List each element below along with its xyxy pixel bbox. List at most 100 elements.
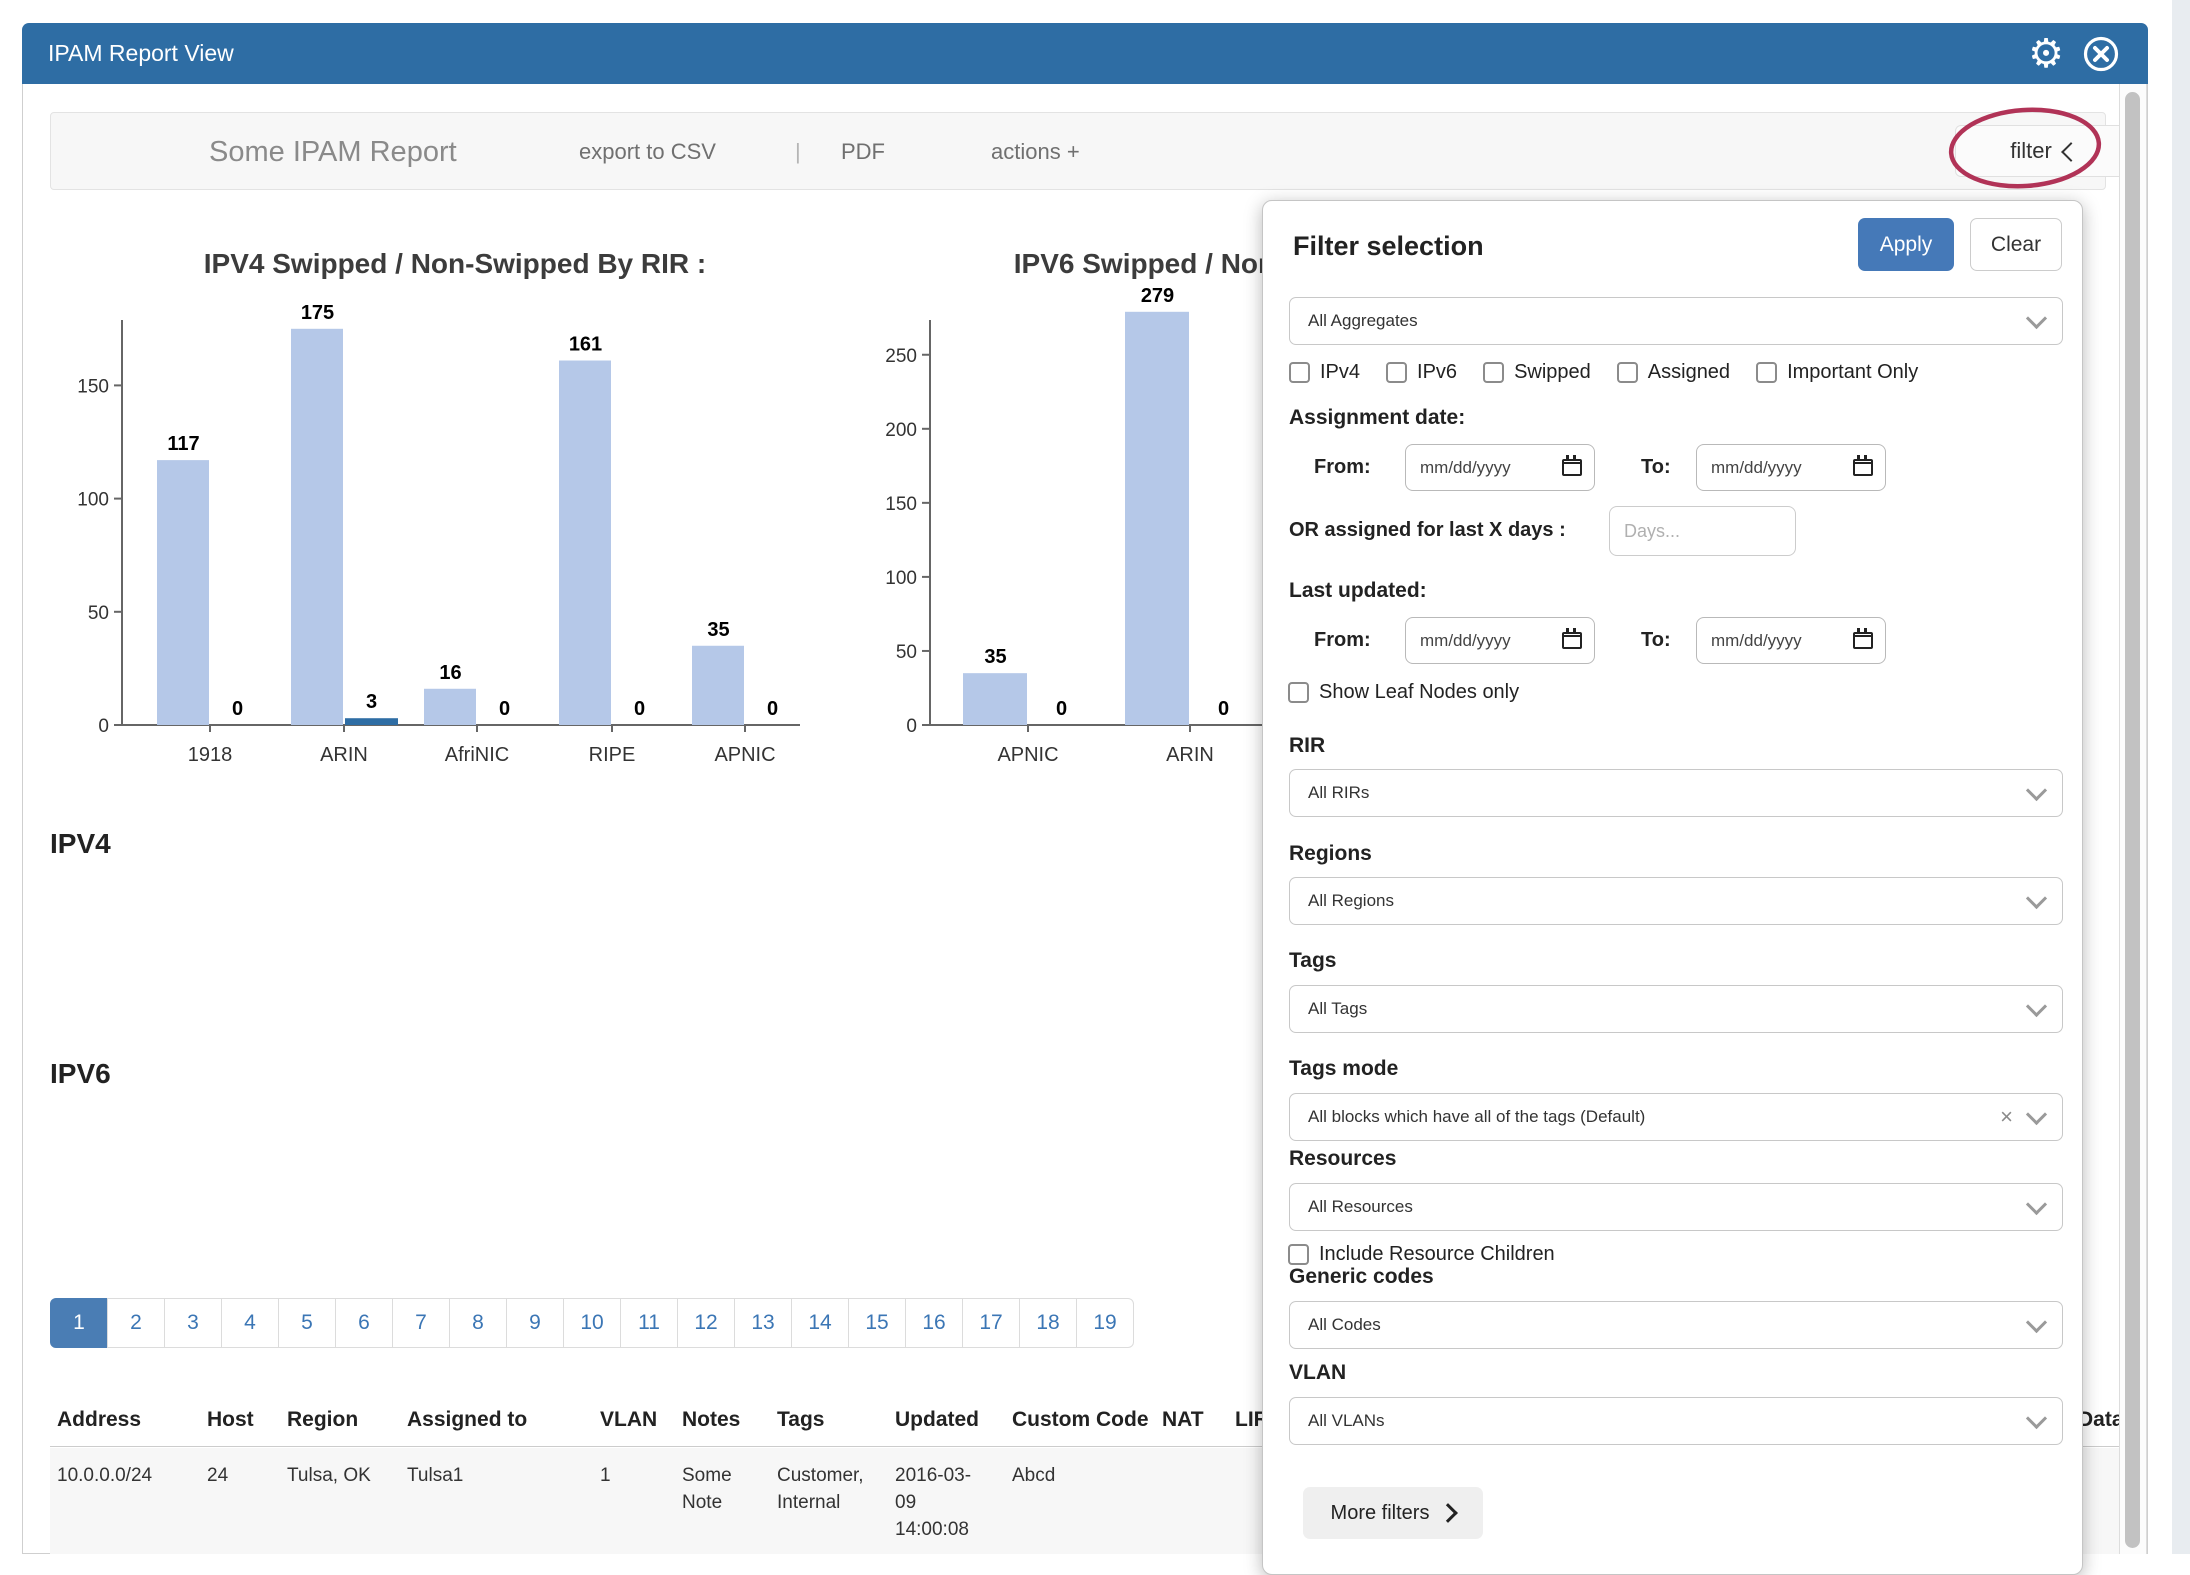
page-button[interactable]: 10 [563, 1298, 621, 1348]
settings-gear-icon[interactable]: ⚙ [2028, 34, 2064, 74]
modal-titlebar: IPAM Report View ⚙ [22, 23, 2148, 84]
tags-select[interactable]: All Tags [1289, 985, 2063, 1033]
page-button[interactable]: 19 [1076, 1298, 1134, 1348]
calendar-icon[interactable] [1853, 459, 1873, 476]
days-placeholder: Days... [1624, 521, 1680, 542]
records-cell: 1 [600, 1462, 666, 1489]
include-resource-children-checkbox[interactable] [1288, 1244, 1309, 1265]
records-column-header: NAT [1162, 1408, 1226, 1432]
svg-text:100: 100 [885, 568, 917, 589]
vlan-label: VLAN [1289, 1361, 1346, 1385]
chevron-down-icon [2026, 1193, 2047, 1214]
modal-scrollbar[interactable] [2119, 84, 2147, 1554]
assignment-to-date-input[interactable]: mm/dd/yyyy [1696, 444, 1886, 491]
export-csv-link[interactable]: export to CSV [579, 113, 716, 191]
page-button[interactable]: 3 [164, 1298, 222, 1348]
filter-toggle-button[interactable]: filter [1955, 125, 2133, 177]
checkbox-label: IPv6 [1417, 361, 1457, 384]
svg-text:200: 200 [885, 420, 917, 441]
page-button[interactable]: 8 [449, 1298, 507, 1348]
page-button[interactable]: 18 [1019, 1298, 1077, 1348]
regions-select[interactable]: All Regions [1289, 877, 2063, 925]
page-button[interactable]: 12 [677, 1298, 735, 1348]
svg-text:0: 0 [1218, 698, 1229, 720]
page-button[interactable]: 9 [506, 1298, 564, 1348]
or-days-label: OR assigned for last X days : [1289, 519, 1566, 542]
apply-button[interactable]: Apply [1858, 218, 1954, 271]
page-button[interactable]: 6 [335, 1298, 393, 1348]
page-button[interactable]: 1 [50, 1298, 108, 1348]
svg-text:APNIC: APNIC [997, 744, 1058, 766]
records-cell: Tulsa, OK [287, 1462, 397, 1489]
page-button[interactable]: 14 [791, 1298, 849, 1348]
clear-selection-icon[interactable]: × [2000, 1104, 2013, 1130]
scrollbar-thumb[interactable] [2125, 92, 2140, 1548]
records-cell: 10.0.0.0/24 [57, 1462, 197, 1489]
calendar-icon[interactable] [1562, 632, 1582, 649]
vlan-select[interactable]: All VLANs [1289, 1397, 2063, 1445]
regions-label: Regions [1289, 842, 1372, 866]
chevron-left-icon [2061, 142, 2081, 162]
clear-button[interactable]: Clear [1970, 218, 2062, 271]
aggregates-select[interactable]: All Aggregates [1289, 297, 2063, 345]
records-cell: 2016-03-09 14:00:08 [895, 1462, 975, 1543]
page-button[interactable]: 7 [392, 1298, 450, 1348]
updated-from-date-input[interactable]: mm/dd/yyyy [1405, 617, 1595, 664]
page-button[interactable]: 15 [848, 1298, 906, 1348]
records-column-header: VLAN [600, 1408, 666, 1432]
updated-to-date-input[interactable]: mm/dd/yyyy [1696, 617, 1886, 664]
updated-to-label: To: [1641, 629, 1671, 652]
assignment-date-label: Assignment date: [1289, 406, 1465, 430]
page-button[interactable]: 17 [962, 1298, 1020, 1348]
pdf-link[interactable]: PDF [841, 113, 885, 191]
updated-from-label: From: [1314, 629, 1371, 652]
rir-select[interactable]: All RIRs [1289, 769, 2063, 817]
records-column-header: Address [57, 1408, 197, 1432]
tags-mode-select[interactable]: All blocks which have all of the tags (D… [1289, 1093, 2063, 1141]
browser-gutter [2172, 0, 2190, 1554]
svg-text:ARIN: ARIN [1166, 744, 1214, 766]
swipped-checkbox[interactable] [1483, 362, 1504, 383]
chevron-down-icon [2026, 887, 2047, 908]
records-column-header: Custom Code [1012, 1408, 1162, 1432]
date-placeholder: mm/dd/yyyy [1711, 458, 1853, 478]
records-column-header: Region [287, 1408, 397, 1432]
svg-text:0: 0 [499, 698, 510, 720]
ipv4-checkbox[interactable] [1289, 362, 1310, 383]
assigned-checkbox[interactable] [1617, 362, 1638, 383]
assignment-to-label: To: [1641, 456, 1671, 479]
page-button[interactable]: 11 [620, 1298, 678, 1348]
page-button[interactable]: 13 [734, 1298, 792, 1348]
ipv6-checkbox[interactable] [1386, 362, 1407, 383]
page-button[interactable]: 4 [221, 1298, 279, 1348]
filter-button-label: filter [2010, 138, 2052, 164]
calendar-icon[interactable] [1853, 632, 1873, 649]
page-button[interactable]: 5 [278, 1298, 336, 1348]
ipv4-bar-chart: IPV4 Swipped / Non-Swipped By RIR :05010… [60, 225, 890, 785]
checkbox-label: IPv4 [1320, 361, 1360, 384]
assignment-from-date-input[interactable]: mm/dd/yyyy [1405, 444, 1595, 491]
records-cell: Tulsa1 [407, 1462, 587, 1489]
leaf-nodes-checkbox[interactable] [1288, 682, 1309, 703]
more-filters-button[interactable]: More filters [1303, 1487, 1483, 1539]
svg-text:50: 50 [896, 642, 917, 663]
generic-codes-select[interactable]: All Codes [1289, 1301, 2063, 1349]
window-title: IPAM Report View [48, 40, 234, 67]
report-toolbar: Some IPAM Report export to CSV | PDF act… [50, 112, 2106, 190]
resources-select[interactable]: All Resources [1289, 1183, 2063, 1231]
filter-type-option: Swipped [1483, 361, 1591, 384]
page-button[interactable]: 2 [107, 1298, 165, 1348]
include-children-row: Include Resource Children [1288, 1243, 1555, 1266]
rir-label: RIR [1289, 734, 1325, 758]
calendar-icon[interactable] [1562, 459, 1582, 476]
type-checkbox-row: IPv4IPv6SwippedAssignedImportant Only [1289, 361, 1918, 384]
resources-select-value: All Resources [1308, 1197, 2029, 1217]
page-button[interactable]: 16 [905, 1298, 963, 1348]
svg-text:0: 0 [232, 698, 243, 720]
days-input[interactable]: Days... [1609, 506, 1796, 556]
svg-text:35: 35 [984, 646, 1006, 668]
records-column-header: Tags [777, 1408, 883, 1432]
actions-menu[interactable]: actions + [991, 113, 1080, 191]
important-only-checkbox[interactable] [1756, 362, 1777, 383]
close-icon[interactable] [2082, 35, 2120, 73]
